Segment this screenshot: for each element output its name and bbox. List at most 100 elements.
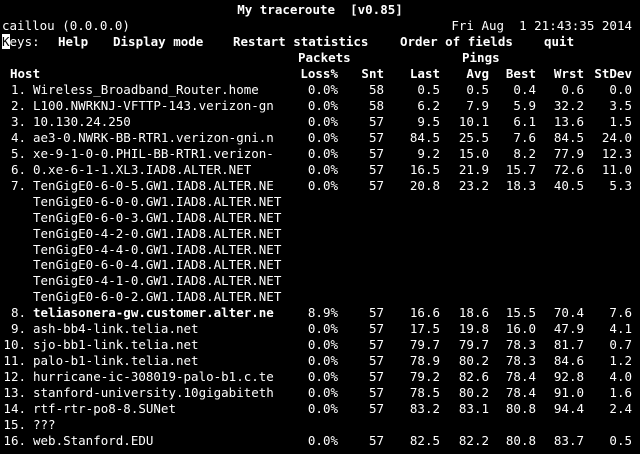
column-header: Host Loss% Snt Last Avg Best Wrst StDev: [0, 66, 640, 82]
hop-avg: 7.9: [466, 97, 489, 113]
hop-stdev: 0.0: [609, 82, 632, 97]
hop-loss: [286, 194, 338, 210]
hop-best: 78.3: [505, 353, 536, 369]
hop-number: 5.: [10, 145, 26, 161]
hop-number: [0, 257, 26, 273]
datetime: Fri Aug 1 21:43:35 2014: [451, 18, 632, 33]
hop-best: 78.4: [505, 385, 536, 401]
hop-host: web.Stanford.EDU: [33, 432, 154, 448]
quit-key[interactable]: quit: [544, 34, 574, 50]
hop-loss: 0.0%: [307, 145, 338, 161]
hop-number: [0, 273, 26, 289]
hop-avg: 0.5: [466, 82, 489, 97]
hop-last: 78.5: [409, 385, 440, 401]
packets-group-label: Packets: [298, 50, 351, 65]
hop-stdev: [588, 417, 632, 433]
hop-last: 9.5: [417, 113, 440, 129]
keys-label: Keys:: [2, 34, 40, 49]
hop-avg: 25.5: [458, 129, 489, 145]
hop-wrst: 83.7: [553, 432, 584, 448]
hop-wrst: [540, 273, 584, 289]
hop-number: 3.: [10, 113, 26, 129]
hop-stdev: [588, 289, 632, 305]
hop-avg: [445, 226, 489, 242]
table-row: 8. teliasonera-gw.customer.alter.ne 8.9% 57…: [0, 305, 640, 321]
hop-last: [395, 417, 440, 433]
hop-host: TenGigE0-6-0-2.GW1.IAD8.ALTER.NET: [33, 289, 282, 305]
hop-wrst: 72.6: [553, 161, 584, 177]
hop-wrst: 70.4: [553, 305, 584, 321]
hop-snt: 58: [368, 97, 384, 113]
hop-avg: [445, 273, 489, 289]
hop-host: TenGigE0-4-1-0.GW1.IAD8.ALTER.NET: [33, 273, 282, 289]
hop-last: 16.5: [409, 161, 440, 177]
hop-best: 80.8: [505, 432, 536, 448]
hop-stdev: 24.0: [601, 129, 632, 145]
hop-wrst: 84.5: [553, 129, 584, 145]
hop-last: 78.9: [409, 353, 440, 369]
hop-number: 11.: [3, 353, 26, 369]
hop-stdev: 0.7: [609, 337, 632, 353]
hop-loss: [286, 242, 338, 258]
hop-host: TenGigE0-6-0-4.GW1.IAD8.ALTER.NET: [33, 257, 282, 273]
hop-last: [395, 210, 440, 226]
hop-number: 12.: [3, 369, 26, 385]
stdev-column-header: StDev: [594, 66, 632, 81]
hop-loss: 0.0%: [307, 401, 338, 416]
table-row: 11. palo-b1-link.telia.net 0.0% 57 78.9 80.2 7…: [0, 353, 640, 369]
hop-last: 79.2: [409, 369, 440, 385]
help-key[interactable]: Help: [58, 34, 88, 50]
hop-stdev: 12.3: [601, 145, 632, 161]
hop-wrst: [540, 210, 584, 226]
table-row: 16. web.Stanford.EDU 0.0% 57 82.5 82.2 80.8 83.…: [0, 433, 640, 449]
hop-snt: 57: [368, 305, 384, 321]
table-row: 4. ae3-0.NWRK-BB-RTR1.verizon-gni.n 0.0% 57…: [0, 130, 640, 146]
hop-best: 15.7: [505, 161, 536, 177]
hop-best: 78.3: [505, 337, 536, 353]
table-row: 9. ash-bb4-link.telia.net 0.0% 57 17.5 19.8 16…: [0, 321, 640, 337]
hop-host: hurricane-ic-308019-palo-b1.c.te: [33, 369, 274, 385]
display-mode-key[interactable]: Display mode: [113, 34, 203, 50]
table-row: TenGigE0-6-0-0.GW1.IAD8.ALTER.NET: [0, 194, 640, 210]
hop-number: 8.: [10, 305, 26, 321]
hop-best: 7.6: [513, 129, 536, 145]
hop-avg: [445, 257, 489, 273]
hop-stdev: [588, 210, 632, 226]
hop-loss: 0.0%: [307, 177, 338, 193]
hop-wrst: 32.2: [553, 97, 584, 113]
hop-best: 0.4: [513, 82, 536, 97]
hop-best: 16.0: [505, 321, 536, 337]
hop-stdev: 3.5: [609, 97, 632, 113]
table-row: 15.???: [0, 417, 640, 433]
hop-snt: 57: [368, 432, 384, 448]
hop-last: 16.6: [409, 305, 440, 321]
hop-snt: 57: [368, 161, 384, 177]
local-host: caillou (0.0.0.0): [2, 18, 130, 33]
hop-best: 8.2: [513, 145, 536, 161]
hop-snt: 57: [368, 321, 384, 337]
hop-loss: [286, 289, 338, 305]
hop-number: [0, 194, 26, 210]
snt-column-header: Snt: [361, 66, 384, 81]
hop-number: 15.: [3, 416, 26, 432]
hop-snt: 57: [368, 385, 384, 401]
hop-host: rtf-rtr-po8-8.SUNet: [33, 401, 176, 416]
table-row: TenGigE0-6-0-3.GW1.IAD8.ALTER.NET: [0, 210, 640, 226]
restart-statistics-key[interactable]: Restart statistics: [233, 34, 368, 50]
hop-host: ash-bb4-link.telia.net: [33, 321, 199, 337]
hop-last: 79.7: [409, 337, 440, 353]
hop-snt: [340, 289, 384, 305]
hop-last: [395, 242, 440, 258]
hop-wrst: 77.9: [553, 145, 584, 161]
order-of-fields-key[interactable]: Order of fields: [400, 34, 513, 50]
terminal-window: My traceroute [v0.85] caillou (0.0.0.0) …: [0, 0, 640, 454]
table-row: 12. hurricane-ic-308019-palo-b1.c.te 0.0% 5…: [0, 369, 640, 385]
hop-avg: 80.2: [458, 353, 489, 369]
hop-number: [0, 242, 26, 258]
hop-host: TenGigE0-6-0-5.GW1.IAD8.ALTER.NE: [33, 177, 274, 193]
hop-wrst: 13.6: [553, 113, 584, 129]
hop-host: ae3-0.NWRK-BB-RTR1.verizon-gni.n: [33, 129, 274, 145]
hop-avg: 21.9: [458, 161, 489, 177]
hop-number: [0, 289, 26, 305]
hop-number: 9.: [10, 321, 26, 337]
